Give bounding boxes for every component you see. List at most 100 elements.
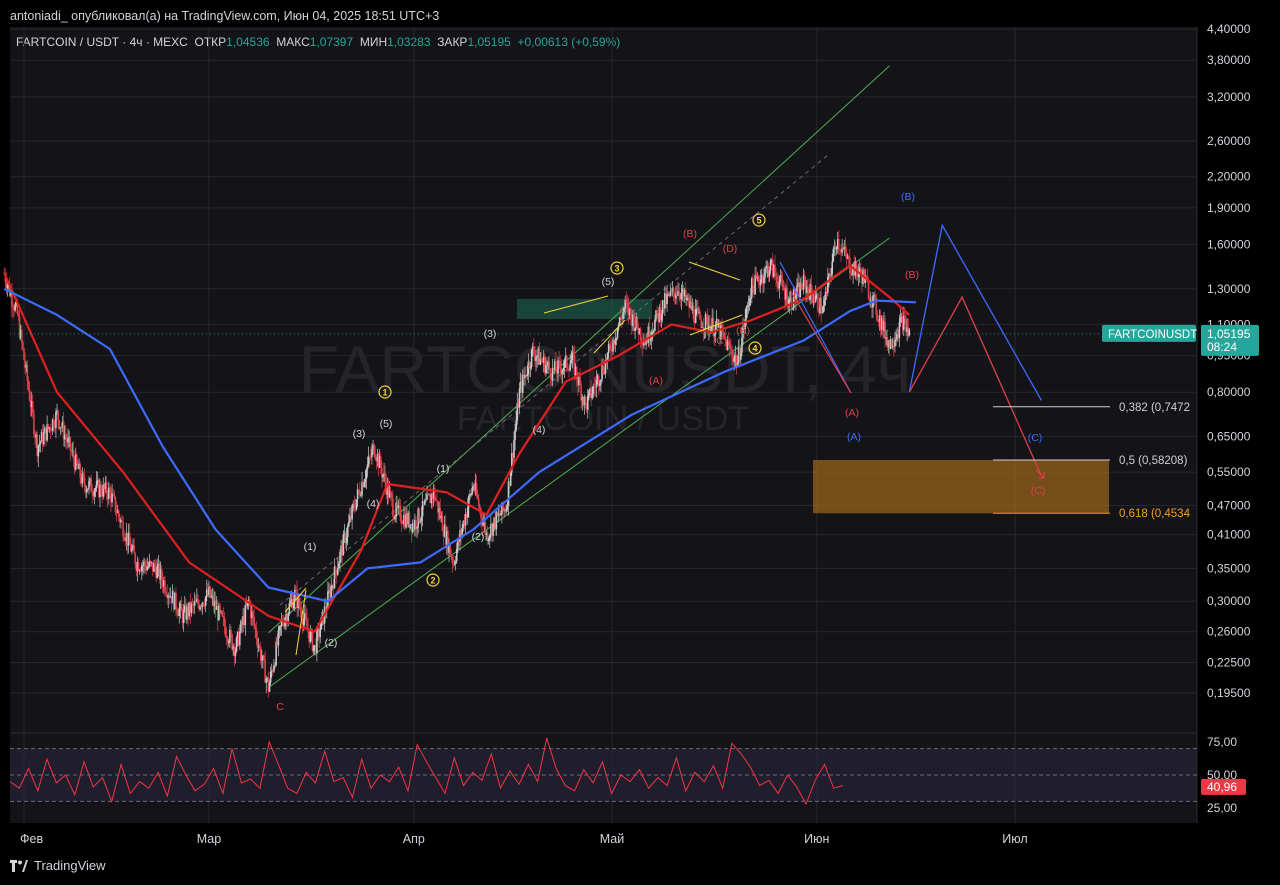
footer: TradingView: [10, 858, 106, 873]
candle-body: [561, 370, 564, 375]
candle-body: [509, 472, 512, 486]
candle-body: [6, 285, 9, 289]
candle-body: [586, 395, 589, 410]
price-badge-value: 1,05195: [1207, 327, 1251, 341]
candle-body: [540, 358, 543, 361]
candle-body: [441, 515, 444, 532]
rsi-badge-value: 40,96: [1207, 780, 1237, 794]
candle-body: [27, 380, 30, 389]
candle-body: [455, 549, 458, 562]
candle-body: [156, 566, 159, 578]
candle-body: [752, 278, 754, 286]
candle-body: [765, 267, 767, 269]
candle-body: [569, 363, 571, 371]
candle-body: [768, 270, 771, 277]
candle-body: [895, 338, 897, 340]
price-axis-label: 3,20000: [1207, 90, 1251, 104]
candle-body: [764, 268, 766, 278]
candle-body: [774, 264, 776, 274]
price-badge-timer: 08:24: [1207, 340, 1237, 354]
candle-body: [338, 563, 340, 569]
tradingview-logo-icon: [10, 859, 28, 872]
candle-body: [600, 379, 602, 384]
candle-body: [672, 288, 675, 294]
candle-body: [268, 682, 271, 692]
candle-body: [653, 330, 655, 333]
candle-body: [791, 308, 794, 310]
candle-body: [306, 618, 308, 628]
candle-body: [557, 360, 559, 374]
candle-body: [190, 603, 193, 614]
candle-body: [595, 379, 598, 388]
candle-body: [176, 609, 178, 614]
candle-body: [530, 349, 533, 367]
candle-body: [389, 490, 392, 494]
candle-body: [111, 493, 113, 503]
candle-body: [451, 557, 454, 563]
candle-body: [37, 445, 40, 457]
candle-body: [22, 342, 24, 349]
candle-body: [680, 292, 683, 300]
wave-label-red: (B): [683, 228, 697, 240]
wave-label-white: (1): [304, 541, 317, 553]
candle-body: [800, 282, 803, 290]
candle-body: [608, 343, 611, 346]
candle-body: [513, 439, 515, 458]
candle-body: [228, 642, 230, 644]
candle-body: [466, 507, 469, 518]
candle-body: [705, 314, 708, 318]
candle-body: [164, 580, 166, 593]
candle-body: [515, 420, 517, 431]
candle-body: [298, 597, 301, 608]
candle-body: [477, 499, 480, 507]
wave-label-circled: 4: [752, 344, 757, 354]
candle-body: [876, 314, 879, 320]
price-axis-label: 0,30000: [1207, 594, 1251, 608]
candle-body: [591, 393, 593, 399]
candle-body: [312, 645, 315, 652]
candle-body: [660, 314, 663, 321]
candle-body: [757, 276, 760, 282]
candle-body: [356, 489, 359, 500]
time-axis-label: Июл: [1002, 832, 1027, 846]
candle-body: [204, 596, 207, 606]
candle-body: [666, 294, 668, 305]
candle-body: [222, 615, 225, 618]
candle-body: [33, 412, 35, 434]
candle-body: [492, 523, 494, 536]
candle-body: [518, 388, 521, 408]
wave-label-circled: 3: [614, 264, 619, 274]
candle-body: [57, 410, 59, 421]
fib-label: 0,5 (0,58208): [1119, 455, 1188, 467]
candle-body: [342, 534, 345, 556]
price-axis-label: 0,80000: [1207, 385, 1251, 399]
candle-body: [488, 535, 491, 539]
candle-body: [76, 454, 78, 464]
candle-body: [288, 603, 291, 614]
candle-body: [72, 450, 75, 460]
candle-body: [884, 321, 886, 339]
candle-body: [133, 545, 135, 554]
candle-body: [144, 561, 146, 566]
candle-body: [867, 281, 870, 299]
wave-label-white: (5): [380, 418, 393, 430]
tradingview-brand: TradingView: [34, 858, 106, 873]
candle-body: [559, 361, 562, 369]
wave-label-white: (4): [533, 424, 546, 436]
candle-body: [656, 310, 658, 314]
candle-body: [745, 307, 748, 319]
price-axis-label: 0,35000: [1207, 561, 1251, 575]
rsi-axis-label: 25,00: [1207, 801, 1237, 815]
chart-svg[interactable]: FARTCOINUSDT, 4чFARTCOIN / USDT 0,382 (0,…: [0, 0, 1280, 885]
price-axis-label: 1,60000: [1207, 238, 1251, 252]
wave-label-red: (C): [1031, 485, 1046, 497]
candle-body: [117, 510, 120, 517]
candle-body: [566, 355, 568, 369]
candle-body: [252, 611, 254, 617]
candle-body: [714, 324, 717, 335]
candle-body: [359, 490, 361, 496]
candle-body: [450, 554, 453, 558]
price-axis-label: 0,47000: [1207, 499, 1251, 513]
candle-body: [52, 419, 55, 428]
price-axis-label: 2,60000: [1207, 134, 1251, 148]
